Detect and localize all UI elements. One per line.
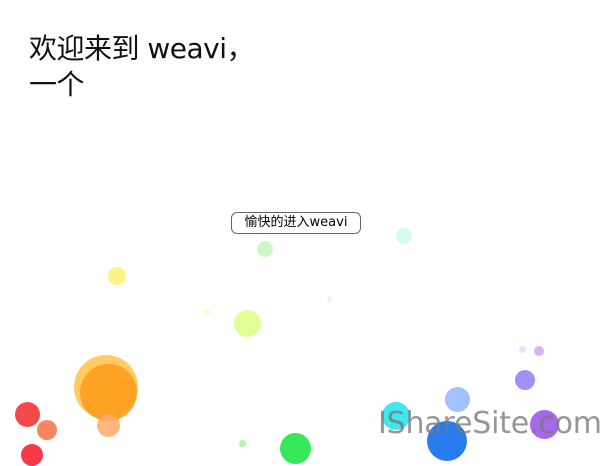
decorative-bubble bbox=[15, 402, 40, 427]
decorative-bubble bbox=[396, 228, 412, 244]
decorative-bubble bbox=[534, 346, 544, 356]
decorative-bubble bbox=[519, 346, 526, 353]
decorative-bubble bbox=[108, 267, 126, 285]
decorative-bubble bbox=[203, 309, 210, 316]
enter-weavi-button[interactable]: 愉快的进入weavi bbox=[231, 212, 361, 234]
decorative-bubble bbox=[80, 364, 137, 421]
decorative-bubble bbox=[257, 241, 273, 257]
decorative-bubble bbox=[327, 297, 332, 302]
decorative-bubble bbox=[239, 440, 246, 447]
decorative-bubble bbox=[515, 370, 535, 390]
decorative-bubble bbox=[234, 310, 261, 337]
site-watermark: IShareSite.com bbox=[378, 406, 600, 441]
decorative-bubble bbox=[280, 433, 311, 464]
decorative-bubble bbox=[21, 444, 43, 466]
decorative-bubble bbox=[97, 414, 120, 437]
decorative-bubble bbox=[37, 420, 57, 440]
